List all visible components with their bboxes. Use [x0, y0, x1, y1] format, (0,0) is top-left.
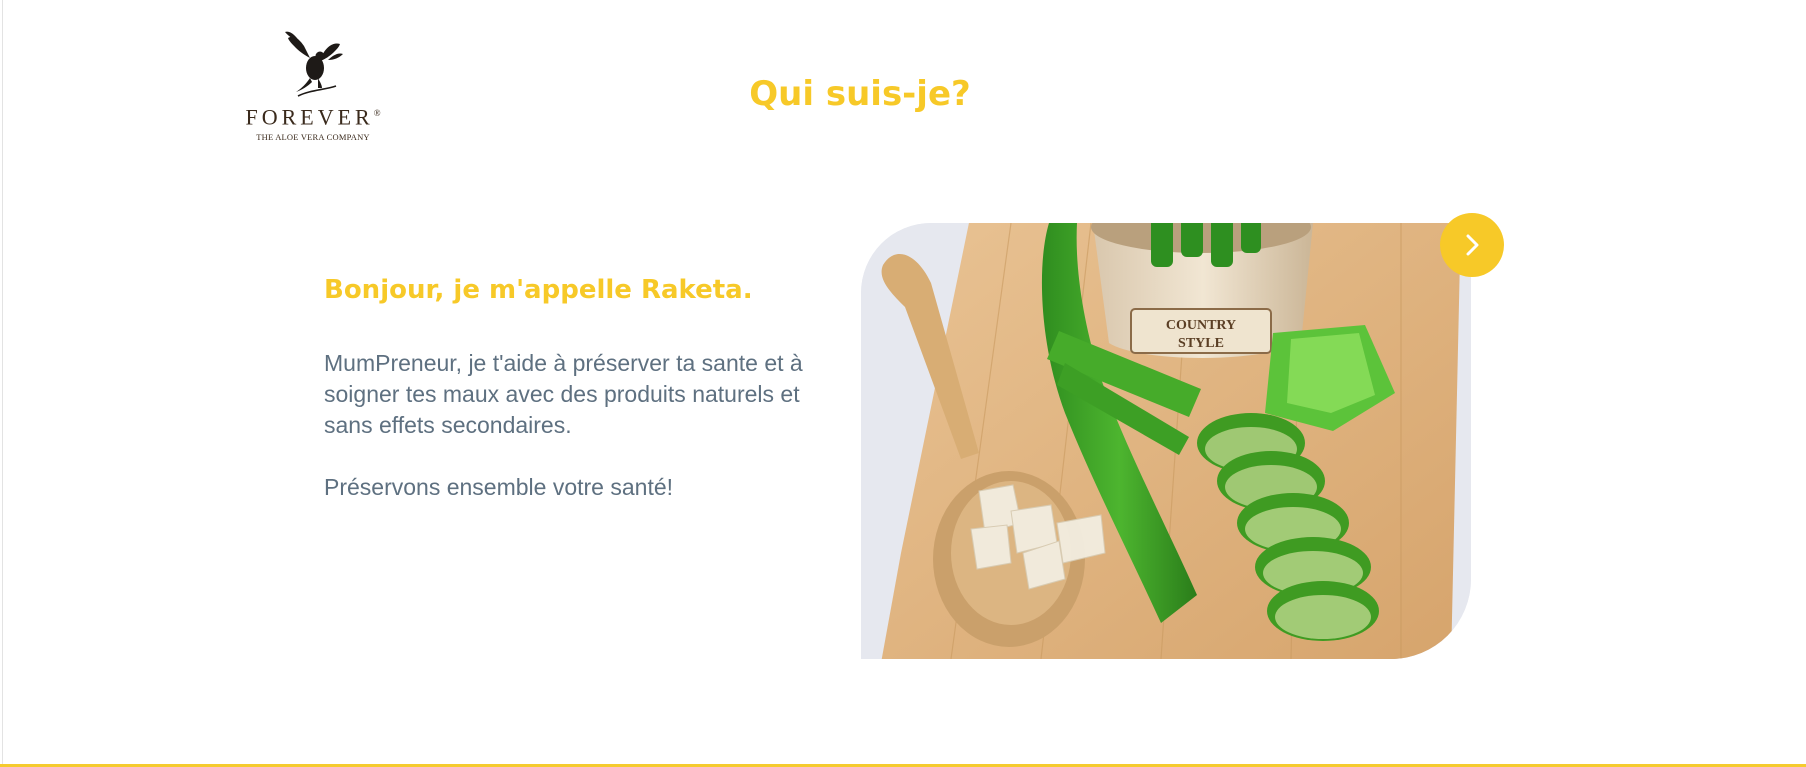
intro-paragraph: MumPreneur, je t'aide à préserver ta san…: [324, 350, 803, 438]
forever-logo[interactable]: FOREVER® THE ALOE VERA COMPANY: [238, 30, 388, 146]
intro-heading: Bonjour, je m'appelle Raketa.: [324, 275, 753, 305]
pot-label-line2: STYLE: [1178, 336, 1224, 351]
page-title: Qui suis-je?: [749, 74, 971, 114]
next-slide-button[interactable]: [1440, 213, 1504, 277]
logo-registered-mark: ®: [373, 108, 381, 118]
chevron-right-icon: [1466, 234, 1479, 256]
logo-brand-text: FOREVER: [245, 104, 374, 130]
page-left-border: [2, 0, 3, 767]
aloe-vera-photo: COUNTRY STYLE: [861, 223, 1471, 659]
logo-tagline: THE ALOE VERA COMPANY: [256, 132, 370, 143]
eagle-icon: [285, 31, 343, 97]
intro-tagline: Préservons ensemble votre santé!: [324, 474, 674, 500]
pot-label-line1: COUNTRY: [1166, 318, 1236, 333]
